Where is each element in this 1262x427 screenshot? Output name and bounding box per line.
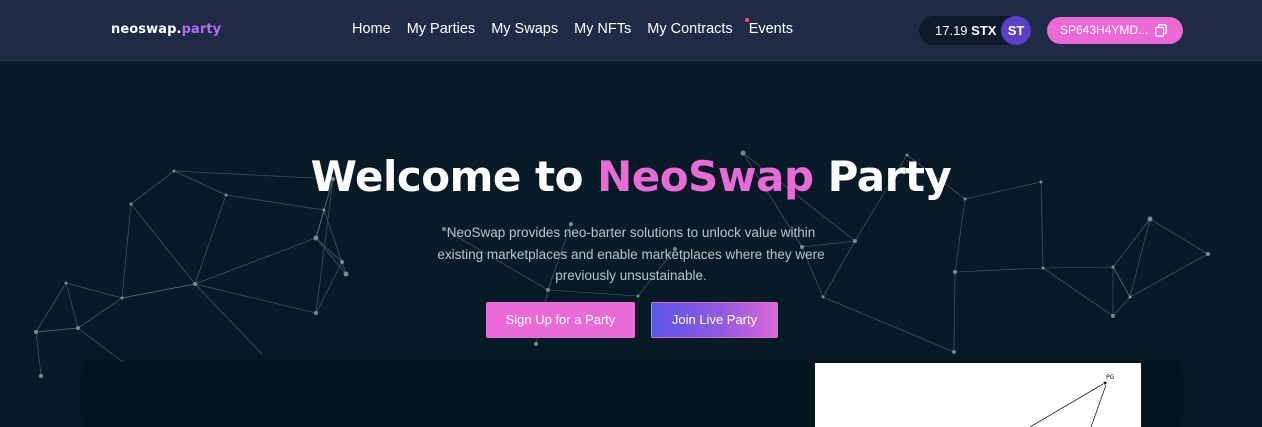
copy-icon[interactable] — [1155, 24, 1167, 37]
preview-card: PG — [815, 363, 1141, 427]
brand-logo[interactable]: neoswap.party — [111, 22, 221, 37]
hero-subtitle: NeoSwap provides neo-barter solutions to… — [437, 225, 825, 283]
hero-title-brand: NeoSwap — [597, 152, 814, 201]
hero-title: Welcome to NeoSwap Party — [0, 152, 1262, 201]
nav-events-item[interactable]: Events — [744, 18, 794, 37]
nav-my-swaps[interactable]: My Swaps — [491, 21, 558, 37]
brand-name: neoswap. — [111, 22, 182, 37]
wallet-address-button[interactable]: SP643H4YMD... — [1047, 17, 1183, 44]
balance-pill[interactable]: 17.19 STX ST — [919, 16, 1031, 45]
wallet-address: SP643H4YMD... — [1060, 23, 1149, 37]
nav-my-contracts[interactable]: My Contracts — [647, 21, 732, 37]
nav-my-nfts[interactable]: My NFTs — [574, 21, 631, 37]
page: neoswap.party Home My Parties My Swaps M… — [0, 0, 1262, 427]
graph-node-label: PG — [1106, 374, 1115, 381]
balance-display: 17.19 STX — [935, 23, 996, 38]
balance-amount: 17.19 — [935, 23, 968, 38]
hero-title-suffix: Party — [813, 152, 952, 201]
balance-currency: STX — [971, 23, 997, 38]
nav-events-label: Events — [748, 21, 794, 37]
nav-home[interactable]: Home — [352, 21, 391, 37]
top-navbar: neoswap.party Home My Parties My Swaps M… — [0, 0, 1262, 61]
hero-title-prefix: Welcome to — [310, 152, 598, 201]
brand-suffix: party — [181, 22, 222, 37]
main-menu: Home My Parties My Swaps My NFTs My Cont… — [352, 18, 794, 37]
notification-dot — [744, 18, 749, 22]
nav-my-parties[interactable]: My Parties — [407, 21, 476, 37]
avatar[interactable]: ST — [1001, 16, 1031, 45]
signup-party-button[interactable]: Sign Up for a Party — [486, 302, 635, 338]
join-live-party-button[interactable]: Join Live Party — [651, 302, 778, 338]
preview-graph — [1029, 381, 1107, 427]
